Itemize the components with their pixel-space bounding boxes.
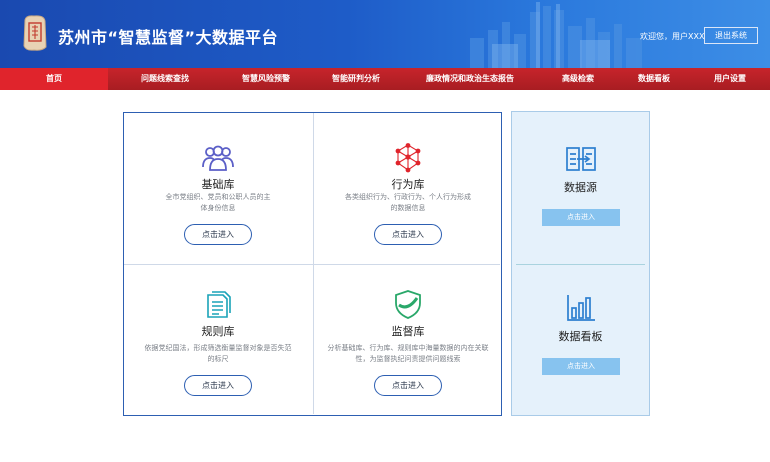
module-basic-library: 基础库 全市党组织、党员和公职人员的主体身份信息 点击进入 (124, 113, 312, 263)
logout-button[interactable]: 退出系统 (704, 27, 758, 44)
welcome-text: 欢迎您，用户XXX (640, 32, 705, 41)
nav-item-report[interactable]: 廉政情况和政治生态报告 (402, 68, 538, 90)
main-nav: 首页 问题线索查找 智慧风险预警 智能研判分析 廉政情况和政治生态报告 高级检索… (0, 68, 770, 90)
bar-chart-icon (566, 295, 595, 321)
seal-logo-icon (23, 15, 47, 51)
enter-basic-library-button[interactable]: 点击进入 (184, 224, 252, 245)
module-title: 基础库 (201, 178, 235, 191)
side-title: 数据看板 (558, 330, 603, 343)
module-title: 监督库 (391, 325, 425, 338)
side-dashboard: 数据看板 点击进入 (512, 265, 649, 415)
shield-check-icon (395, 290, 421, 319)
module-rules-library: 规则库 依据党纪国法，形成筛选衡量监督对象是否失范的标尺 点击进入 (124, 265, 312, 415)
enter-data-source-button[interactable]: 点击进入 (542, 209, 620, 226)
module-panel: 基础库 全市党组织、党员和公职人员的主体身份信息 点击进入 行为库 各类组织行为… (123, 112, 502, 416)
module-description: 全市党组织、党员和公职人员的主体身份信息 (165, 193, 271, 212)
side-title: 数据源 (564, 181, 597, 194)
module-title: 规则库 (201, 325, 235, 338)
module-description: 分析基础库、行为库、规则库中海量数据的内在关联性，为监督执纪问责提供问题线索 (327, 344, 489, 363)
enter-rules-library-button[interactable]: 点击进入 (184, 375, 252, 396)
data-source-icon (565, 147, 596, 171)
network-nodes-icon (395, 143, 421, 173)
side-panel: 数据源 点击进入 数据看板 点击进入 (511, 111, 650, 416)
site-title: 苏州市“智慧监督”大数据平台 (58, 28, 279, 47)
people-group-icon (202, 145, 234, 171)
enter-behavior-library-button[interactable]: 点击进入 (374, 224, 442, 245)
module-title: 行为库 (391, 178, 425, 191)
module-behavior-library: 行为库 各类组织行为、行政行为、个人行为形成的数据信息 点击进入 (314, 113, 502, 263)
module-supervision-library: 监督库 分析基础库、行为库、规则库中海量数据的内在关联性，为监督执纪问责提供问题… (314, 265, 502, 415)
document-stack-icon (207, 291, 231, 318)
nav-item-home[interactable]: 首页 (0, 68, 108, 90)
nav-item-user-settings[interactable]: 用户设置 (690, 68, 770, 90)
nav-item-advanced-search[interactable]: 高级检索 (538, 68, 618, 90)
enter-supervision-library-button[interactable]: 点击进入 (374, 375, 442, 396)
nav-item-risk-warning[interactable]: 智慧风险预警 (222, 68, 310, 90)
enter-dashboard-button[interactable]: 点击进入 (542, 358, 620, 375)
nav-item-clue-search[interactable]: 问题线索查找 (108, 68, 222, 90)
header-banner: 苏州市“智慧监督”大数据平台 欢迎您，用户XXX 退出系统 (0, 0, 770, 68)
module-description: 依据党纪国法，形成筛选衡量监督对象是否失范的标尺 (144, 344, 292, 363)
nav-item-dashboard[interactable]: 数据看板 (618, 68, 690, 90)
module-description: 各类组织行为、行政行为、个人行为形成的数据信息 (345, 193, 471, 212)
side-data-source: 数据源 点击进入 (512, 112, 649, 262)
nav-item-analysis[interactable]: 智能研判分析 (310, 68, 402, 90)
